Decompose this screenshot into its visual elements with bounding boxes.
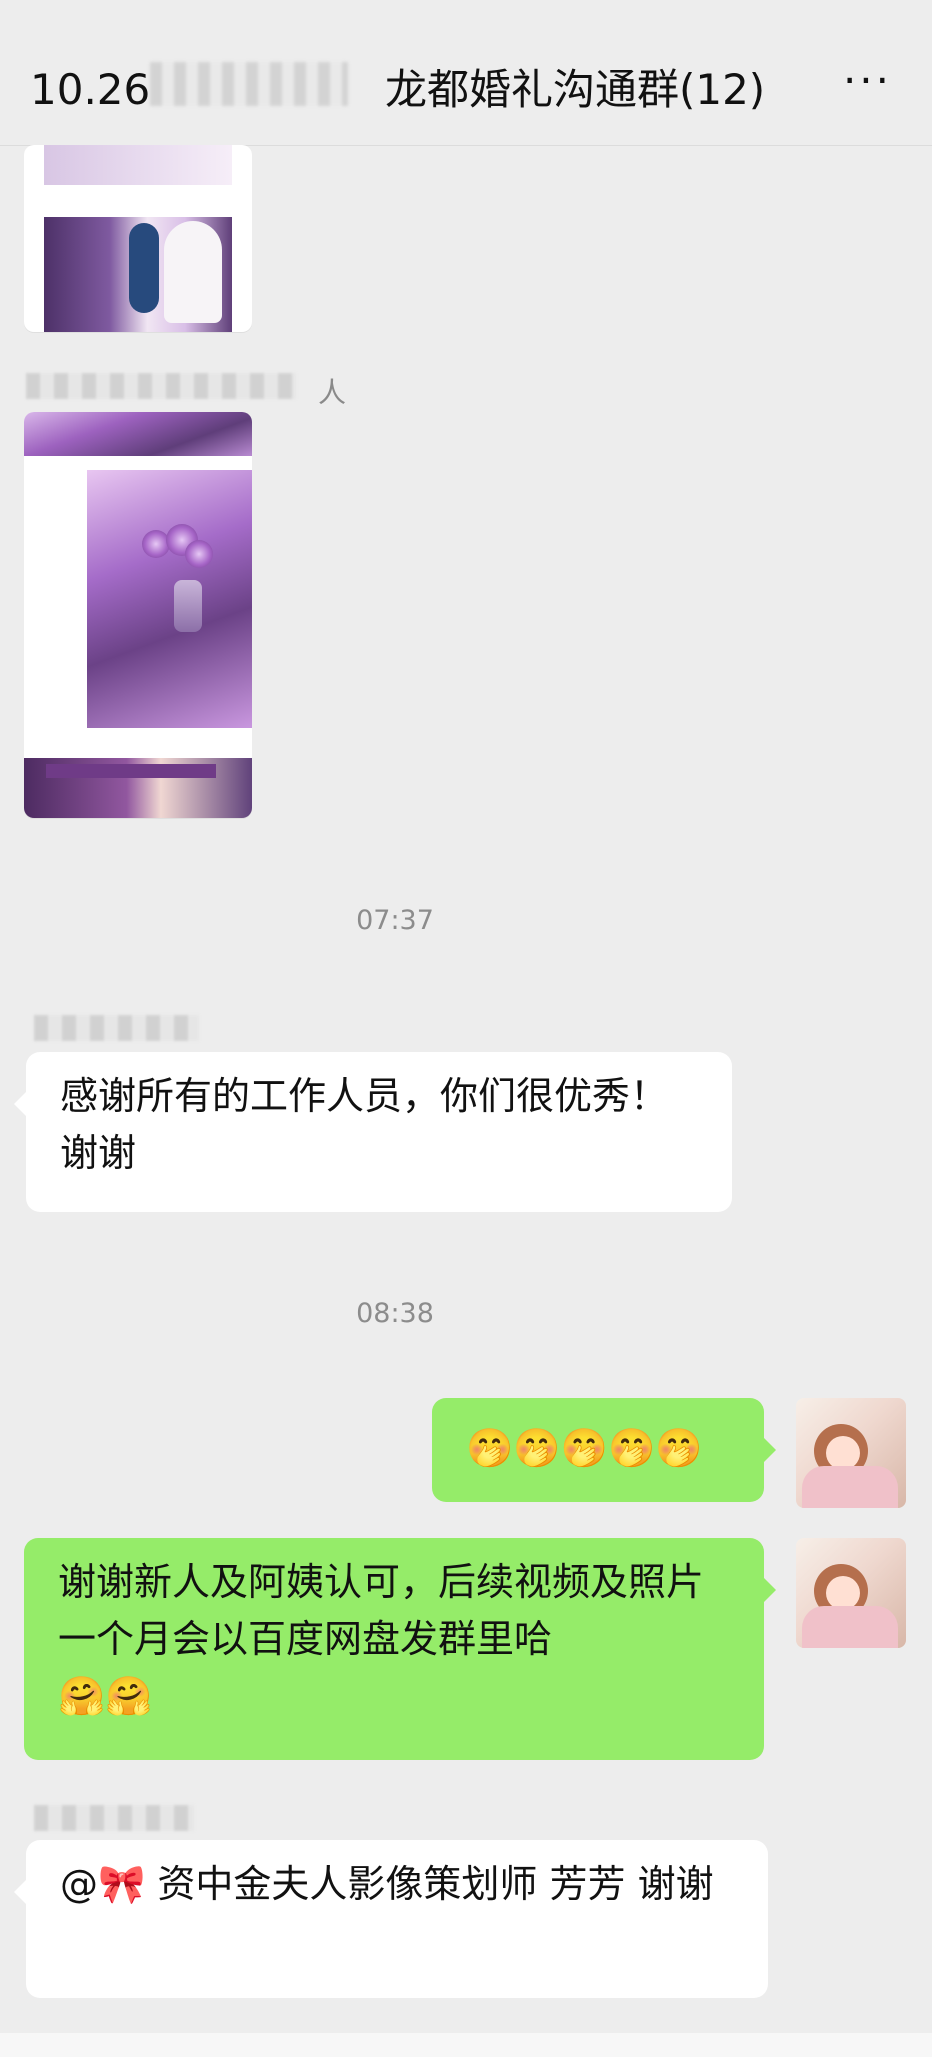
image-message-2[interactable]	[24, 412, 252, 818]
sender-name-tail: 人	[318, 376, 347, 409]
bottom-stripe	[46, 764, 216, 778]
image-message-1[interactable]	[24, 145, 252, 332]
message-bubble-self[interactable]: 谢谢新人及阿姨认可，后续视频及照片一个月会以百度网盘发群里哈 🤗🤗	[24, 1538, 776, 1760]
message-bubble[interactable]: 感谢所有的工作人员，你们很优秀！谢谢	[14, 1052, 732, 1212]
groom-figure	[129, 223, 159, 313]
message-text: 感谢所有的工作人员，你们很优秀！谢谢	[60, 1074, 669, 1175]
message-text: 谢谢新人及阿姨认可，后续视频及照片一个月会以百度网盘发群里哈	[58, 1560, 705, 1661]
decor-photo-main	[87, 470, 252, 728]
redacted-sender-name	[34, 1805, 194, 1831]
vase	[174, 580, 202, 632]
message-bubble-self[interactable]: 🤭🤭🤭🤭🤭	[432, 1398, 776, 1502]
mention-prefix: @🎀	[60, 1862, 146, 1906]
redacted-sender-name	[34, 1015, 199, 1041]
rose-3	[185, 540, 213, 568]
message-text: 资中金夫人影像策划师 芳芳 谢谢	[157, 1862, 714, 1906]
more-options-button[interactable]: ···	[843, 56, 892, 105]
message-emoji: 🤗🤗	[58, 1674, 153, 1718]
chat-header: 10.26 龙都婚礼沟通群(12) ···	[0, 0, 932, 146]
redacted-title-part	[150, 62, 348, 106]
timestamp: 07:37	[356, 905, 434, 936]
photo-top-edge	[44, 145, 232, 185]
avatar[interactable]	[796, 1398, 906, 1508]
bride-figure	[164, 221, 222, 323]
redacted-sender-name	[26, 373, 296, 399]
decor-photo-top	[24, 412, 252, 456]
bottom-bar	[0, 2033, 932, 2057]
avatar[interactable]	[796, 1538, 906, 1648]
timestamp: 08:38	[356, 1298, 434, 1329]
chat-title: 10.26 龙都婚礼沟通群(12)	[30, 65, 766, 114]
emoji-row: 🤭🤭🤭🤭🤭	[466, 1426, 703, 1470]
message-bubble[interactable]: @🎀 资中金夫人影像策划师 芳芳 谢谢	[14, 1840, 768, 1998]
